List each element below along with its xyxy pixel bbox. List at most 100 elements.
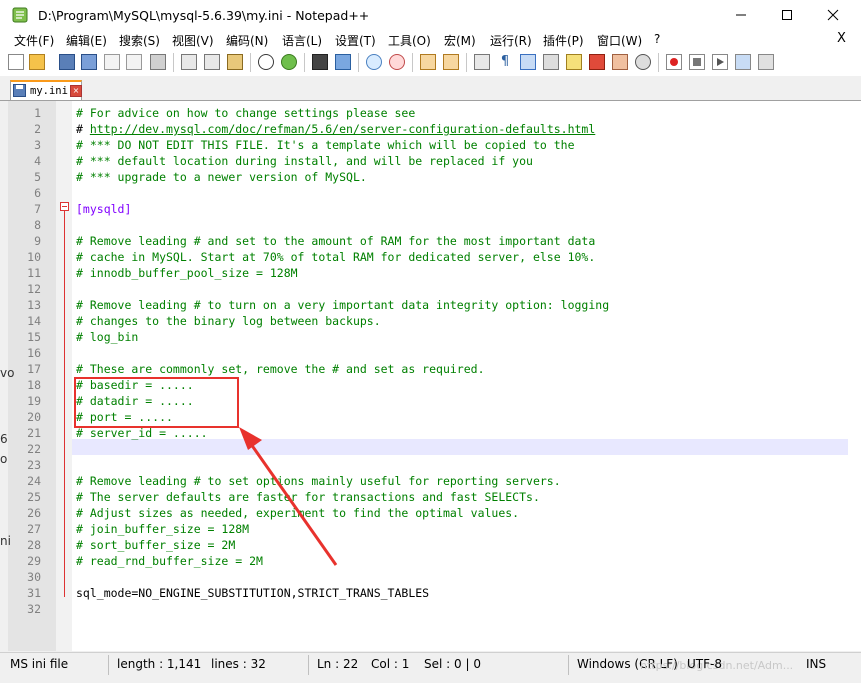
menu-plugins[interactable]: 插件(P): [543, 32, 584, 49]
code-line: # The server defaults are faster for tra…: [76, 490, 540, 504]
line-number: 20: [27, 410, 41, 424]
code-line: # Remove leading # to turn on a very imp…: [76, 298, 610, 312]
maximize-button[interactable]: [764, 0, 810, 30]
status-length: length : 1,141: [117, 657, 202, 671]
menu-view[interactable]: 视图(V): [172, 32, 214, 49]
line-number: 16: [27, 346, 41, 360]
tab-close-icon[interactable]: ×: [70, 85, 82, 97]
editor[interactable]: 1 # For advice on how to change settings …: [0, 101, 861, 651]
window-title: D:\Program\MySQL\mysql-5.6.39\my.ini - N…: [38, 8, 370, 23]
maximize-icon: [782, 10, 792, 20]
function-list-icon[interactable]: [589, 54, 605, 70]
sync-horizontal-icon[interactable]: [443, 54, 459, 70]
replace-icon[interactable]: [335, 54, 351, 70]
menu-tools[interactable]: 工具(O): [388, 32, 431, 49]
close-all-icon[interactable]: [126, 54, 142, 70]
menu-search[interactable]: 搜索(S): [119, 32, 160, 49]
title-bar: D:\Program\MySQL\mysql-5.6.39\my.ini - N…: [0, 0, 861, 30]
line-number: 19: [27, 394, 41, 408]
status-insert-mode: INS: [806, 657, 827, 671]
menu-file[interactable]: 文件(F): [14, 32, 54, 49]
save-all-icon[interactable]: [81, 54, 97, 70]
folder-as-workspace-icon[interactable]: [612, 54, 628, 70]
notepadpp-window: D:\Program\MySQL\mysql-5.6.39\my.ini - N…: [0, 0, 861, 683]
line-number: 15: [27, 330, 41, 344]
line-number: 2: [34, 122, 41, 136]
menu-language[interactable]: 语言(L): [282, 32, 322, 49]
notepadpp-app-icon: [12, 7, 28, 23]
print-icon[interactable]: [150, 54, 166, 70]
highlight-annotation-box: [74, 377, 239, 428]
status-separator: [308, 655, 309, 675]
word-wrap-icon[interactable]: [474, 54, 490, 70]
undo-icon[interactable]: [258, 54, 274, 70]
monitoring-icon[interactable]: [635, 54, 651, 70]
background-fragment: ni: [0, 534, 11, 548]
minimize-button[interactable]: [718, 0, 764, 30]
stop-macro-icon[interactable]: [689, 54, 705, 70]
save-icon[interactable]: [59, 54, 75, 70]
line-number: 12: [27, 282, 41, 296]
line-number: 8: [34, 218, 41, 232]
close-icon: [827, 9, 839, 21]
line-number: 13: [27, 298, 41, 312]
background-fragment: vo: [0, 366, 15, 380]
redo-icon[interactable]: [281, 54, 297, 70]
code-line: # http://dev.mysql.com/doc/refman/5.6/en…: [76, 122, 596, 136]
close-button[interactable]: [810, 0, 856, 30]
menu-encoding[interactable]: 编码(N): [226, 32, 268, 49]
indent-guide-icon[interactable]: [520, 54, 536, 70]
tab-bar: my.ini ×: [0, 78, 861, 101]
menu-macro[interactable]: 宏(M): [444, 32, 476, 49]
fold-range-line: [64, 211, 65, 597]
open-file-icon[interactable]: [29, 54, 45, 70]
fold-toggle-icon[interactable]: [60, 202, 69, 211]
code-line: # Remove leading # and set to the amount…: [76, 234, 596, 248]
line-number: 4: [34, 154, 41, 168]
cut-icon[interactable]: [181, 54, 197, 70]
save-macro-icon[interactable]: [758, 54, 774, 70]
line-number: 25: [27, 490, 41, 504]
close-document-button[interactable]: X: [837, 31, 846, 46]
code-line: # *** default location during install, a…: [76, 154, 533, 168]
code-line: # innodb_buffer_pool_size = 128M: [76, 266, 298, 280]
new-file-icon[interactable]: [8, 54, 24, 70]
menu-window[interactable]: 窗口(W): [597, 32, 642, 49]
toolbar-separator: [250, 53, 251, 72]
zoom-out-icon[interactable]: [389, 54, 405, 70]
copy-icon[interactable]: [204, 54, 220, 70]
paste-icon[interactable]: [227, 54, 243, 70]
run-macro-multiple-icon[interactable]: [735, 54, 751, 70]
zoom-in-icon[interactable]: [366, 54, 382, 70]
toolbar-separator: [173, 53, 174, 72]
code-line: # join_buffer_size = 128M: [76, 522, 250, 536]
line-number: 31: [27, 586, 41, 600]
tab-my-ini[interactable]: my.ini ×: [10, 80, 82, 100]
vertical-scrollbar[interactable]: [848, 101, 861, 651]
saved-file-icon: [13, 84, 26, 97]
code-line: # sort_buffer_size = 2M: [76, 538, 236, 552]
current-line-highlight: [72, 439, 848, 455]
status-selection: Sel : 0 | 0: [424, 657, 481, 671]
toolbar-separator: [466, 53, 467, 72]
url-link[interactable]: http://dev.mysql.com/doc/refman/5.6/en/s…: [90, 122, 595, 136]
code-line: # These are commonly set, remove the # a…: [76, 362, 485, 376]
close-file-icon[interactable]: [104, 54, 120, 70]
line-number: 27: [27, 522, 41, 536]
menu-settings[interactable]: 设置(T): [335, 32, 376, 49]
doc-map-icon[interactable]: [566, 54, 582, 70]
language-icon[interactable]: [543, 54, 559, 70]
show-all-characters-icon[interactable]: ¶: [497, 54, 513, 70]
menu-edit[interactable]: 编辑(E): [66, 32, 107, 49]
line-number: 11: [27, 266, 41, 280]
menu-run[interactable]: 运行(R): [490, 32, 532, 49]
status-line-number: Ln : 22: [317, 657, 359, 671]
sync-vertical-icon[interactable]: [420, 54, 436, 70]
code-line: # Adjust sizes as needed, experiment to …: [76, 506, 520, 520]
record-macro-icon[interactable]: [666, 54, 682, 70]
status-encoding: UTF-8: [687, 657, 722, 671]
menu-help[interactable]: ?: [654, 32, 660, 46]
find-icon[interactable]: [312, 54, 328, 70]
status-separator: [568, 655, 569, 675]
play-macro-icon[interactable]: [712, 54, 728, 70]
